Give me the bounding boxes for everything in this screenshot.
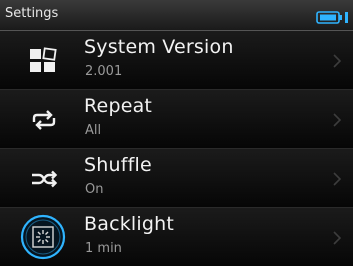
menu-item-value: 2.001 — [85, 64, 123, 79]
backlight-icon — [20, 214, 66, 260]
menu-item-label: Backlight — [84, 213, 175, 235]
status-bar: Settings — [0, 0, 353, 31]
menu-item-value: 1 min — [85, 241, 122, 256]
repeat-icon — [24, 102, 64, 138]
menu-item-label: System Version — [84, 36, 234, 58]
battery-icon — [316, 9, 350, 24]
chevron-right-icon — [333, 230, 342, 245]
chevron-right-icon — [333, 171, 342, 186]
chevron-right-icon — [333, 112, 342, 127]
settings-menu: System Version 2.001 Repeat All Shuffle … — [0, 31, 353, 266]
system-version-icon — [24, 43, 64, 79]
menu-item-label: Shuffle — [84, 154, 152, 176]
chevron-right-icon — [333, 53, 342, 68]
menu-item-backlight[interactable]: Backlight 1 min — [0, 208, 353, 266]
shuffle-icon — [24, 161, 64, 197]
menu-item-value: All — [85, 123, 102, 138]
menu-item-repeat[interactable]: Repeat All — [0, 90, 353, 149]
menu-item-system-version[interactable]: System Version 2.001 — [0, 31, 353, 90]
menu-item-label: Repeat — [84, 95, 153, 117]
page-title: Settings — [5, 6, 59, 21]
menu-item-shuffle[interactable]: Shuffle On — [0, 149, 353, 208]
menu-item-value: On — [85, 182, 104, 197]
